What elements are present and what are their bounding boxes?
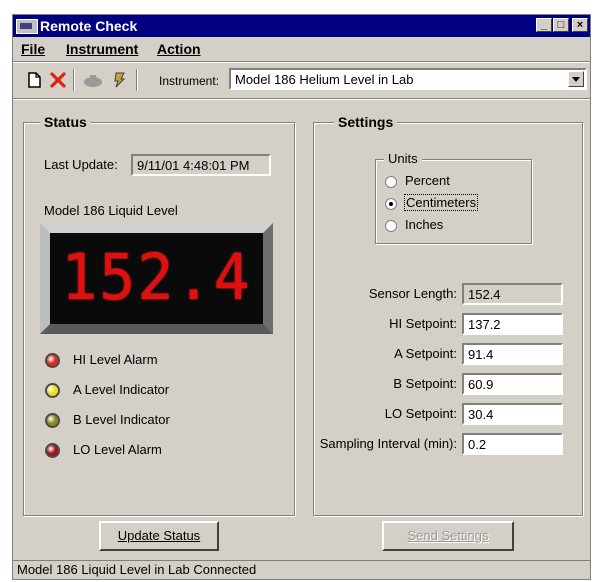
b-level-indicator-label: B Level Indicator (73, 412, 170, 427)
b-setpoint-label: B Setpoint: (393, 376, 457, 391)
menu-instrument[interactable]: Instrument (66, 41, 138, 57)
hi-setpoint-field[interactable]: 137.2 (462, 313, 563, 335)
title-bar[interactable]: Remote Check _ □ × (13, 15, 590, 37)
b-level-indicator-led (45, 413, 60, 428)
sampling-interval-field[interactable]: 0.2 (462, 433, 563, 455)
lo-setpoint-label: LO Setpoint: (384, 406, 457, 421)
new-document-icon[interactable] (25, 71, 43, 89)
menu-file[interactable]: File (21, 41, 45, 57)
sensor-length-label: Sensor Length: (368, 286, 457, 301)
menu-bar: File Instrument Action (13, 39, 590, 59)
instrument-select[interactable]: Model 186 Helium Level in Lab (229, 68, 587, 90)
hi-level-alarm-led (45, 353, 60, 368)
a-setpoint-field[interactable]: 91.4 (462, 343, 563, 365)
instrument-select-value: Model 186 Helium Level in Lab (235, 72, 414, 87)
last-update-label: Last Update: (44, 157, 118, 172)
window-title: Remote Check (40, 18, 138, 34)
app-window: Remote Check _ □ × File Instrument Actio… (12, 14, 591, 580)
level-display-screen: 152.4 (50, 233, 263, 324)
a-setpoint-label: A Setpoint: (394, 346, 457, 361)
units-group-title: Units (384, 151, 422, 166)
delete-icon[interactable] (49, 71, 67, 89)
disconnect-icon[interactable] (81, 71, 105, 89)
units-radio-centimeters[interactable] (385, 198, 397, 210)
lo-level-alarm-led (45, 443, 60, 458)
status-bar: Model 186 Liquid Level in Lab Connected (13, 560, 590, 579)
status-group-title: Status (40, 114, 91, 130)
toolbar: Instrument: Model 186 Helium Level in La… (13, 63, 590, 97)
settings-group-title: Settings (334, 114, 398, 130)
hi-setpoint-label: HI Setpoint: (389, 316, 457, 331)
menu-action[interactable]: Action (157, 41, 201, 57)
b-setpoint-field[interactable]: 60.9 (462, 373, 563, 395)
chevron-down-icon[interactable] (568, 71, 584, 87)
toolbar-divider (136, 69, 138, 91)
send-settings-button[interactable]: Send Settings (382, 521, 514, 551)
level-display-value: 152.4 (61, 241, 252, 315)
connect-icon[interactable] (111, 71, 129, 89)
toolbar-bottom-divider (13, 98, 590, 100)
units-option-inches[interactable]: Inches (405, 217, 443, 232)
app-icon (16, 19, 38, 34)
liquid-level-label: Model 186 Liquid Level (44, 203, 178, 218)
toolbar-divider (73, 69, 75, 91)
a-level-indicator-led (45, 383, 60, 398)
sampling-interval-label: Sampling Interval (min): (319, 436, 457, 451)
sensor-length-field: 152.4 (462, 283, 563, 305)
maximize-button[interactable]: □ (553, 18, 569, 32)
hi-level-alarm-label: HI Level Alarm (73, 352, 158, 367)
units-radio-inches[interactable] (385, 220, 397, 232)
lo-setpoint-field[interactable]: 30.4 (462, 403, 563, 425)
close-button[interactable]: × (572, 18, 588, 32)
units-option-percent[interactable]: Percent (405, 173, 450, 188)
minimize-button[interactable]: _ (536, 18, 552, 32)
level-display: 152.4 (40, 223, 273, 334)
status-bar-text: Model 186 Liquid Level in Lab Connected (17, 562, 257, 577)
last-update-field: 9/11/01 4:48:01 PM (131, 154, 271, 176)
instrument-label: Instrument: (159, 74, 220, 88)
update-status-button[interactable]: Update Status (99, 521, 219, 551)
lo-level-alarm-label: LO Level Alarm (73, 442, 162, 457)
units-radio-percent[interactable] (385, 176, 397, 188)
units-option-centimeters[interactable]: Centimeters (404, 194, 479, 211)
a-level-indicator-label: A Level Indicator (73, 382, 170, 397)
